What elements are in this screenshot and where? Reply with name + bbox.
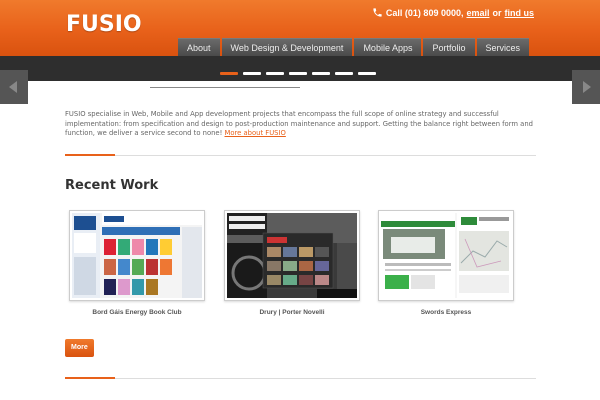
nav-web-design[interactable]: Web Design & Development	[221, 38, 353, 56]
slider-dot[interactable]	[335, 72, 353, 75]
nav-services[interactable]: Services	[476, 38, 530, 56]
recent-work-title: Recent Work	[65, 178, 159, 193]
slider-prev-button[interactable]	[0, 70, 28, 104]
bord-gais-screenshot	[72, 213, 202, 298]
work-thumbnail[interactable]	[378, 210, 514, 301]
intro-text: FUSIO specialise in Web, Mobile and App …	[65, 110, 533, 137]
slider-dot[interactable]	[266, 72, 284, 75]
site-logo[interactable]: FUSIO	[66, 12, 142, 37]
more-work-button[interactable]: More	[65, 339, 94, 357]
work-caption[interactable]: Swords Express	[378, 309, 514, 316]
work-item-swords-express[interactable]: Swords Express	[378, 210, 514, 316]
page: FUSIO Call (01) 809 0000, email or find …	[0, 0, 600, 400]
divider	[65, 155, 536, 156]
site-header: FUSIO Call (01) 809 0000, email or find …	[0, 0, 600, 56]
main-nav: About Web Design & Development Mobile Ap…	[178, 38, 530, 56]
slider-dot[interactable]	[243, 72, 261, 75]
phone-icon	[373, 8, 382, 17]
more-about-link[interactable]: More about FUSIO	[225, 129, 286, 137]
email-link[interactable]: email	[466, 8, 489, 18]
slider-dots	[220, 72, 376, 75]
work-item-drury[interactable]: Drury | Porter Novelli	[224, 210, 360, 316]
nav-mobile-apps[interactable]: Mobile Apps	[354, 38, 422, 56]
header-contact: Call (01) 809 0000, email or find us	[372, 7, 534, 18]
chevron-right-icon	[583, 81, 591, 93]
find-us-link[interactable]: find us	[505, 8, 535, 18]
accent-divider	[65, 154, 115, 156]
slider-dot[interactable]	[220, 72, 238, 75]
divider	[65, 378, 536, 379]
slide-divider	[150, 87, 300, 88]
nav-about[interactable]: About	[178, 38, 220, 56]
intro-paragraph: FUSIO specialise in Web, Mobile and App …	[65, 110, 537, 139]
work-caption[interactable]: Drury | Porter Novelli	[224, 309, 360, 316]
chevron-left-icon	[9, 81, 17, 93]
swords-express-screenshot	[381, 213, 511, 298]
work-caption[interactable]: Bord Gáis Energy Book Club	[69, 309, 205, 316]
nav-portfolio[interactable]: Portfolio	[423, 38, 475, 56]
slider-dot[interactable]	[289, 72, 307, 75]
or-text: or	[492, 7, 502, 18]
work-thumbnail[interactable]	[224, 210, 360, 301]
accent-divider	[65, 377, 115, 379]
drury-screenshot	[227, 213, 357, 298]
call-text: Call (01) 809 0000,	[385, 7, 464, 18]
slider-dot[interactable]	[358, 72, 376, 75]
work-thumbnail[interactable]	[69, 210, 205, 301]
slider-next-button[interactable]	[572, 70, 600, 104]
work-item-bord-gais[interactable]: Bord Gáis Energy Book Club	[69, 210, 205, 316]
slide-area	[28, 81, 572, 90]
slider-dot[interactable]	[312, 72, 330, 75]
